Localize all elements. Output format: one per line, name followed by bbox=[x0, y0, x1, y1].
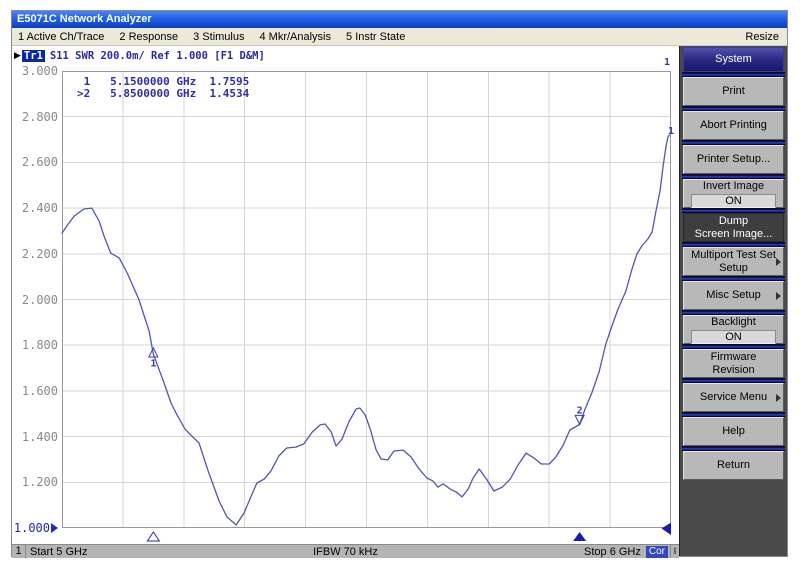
softkey-label: Revision bbox=[712, 364, 754, 377]
menu-item-3-stimulus[interactable]: 3 Stimulus bbox=[193, 31, 244, 43]
left-column: ▶ Tr1 S11 SWR 200.0m/ Ref 1.000 [F1 D&M]… bbox=[12, 46, 679, 556]
trace-status-line: ▶ Tr1 S11 SWR 200.0m/ Ref 1.000 [F1 D&M] bbox=[14, 48, 265, 63]
y-axis-label: 1.200 bbox=[14, 475, 58, 489]
marker-2-number: 2 bbox=[577, 405, 583, 416]
softkey-label: Invert Image bbox=[703, 180, 764, 193]
softkey-label: Multiport Test Set bbox=[691, 249, 776, 262]
display-area: ▶ Tr1 S11 SWR 200.0m/ Ref 1.000 [F1 D&M]… bbox=[12, 46, 679, 544]
active-trace-arrow-icon: ▶ bbox=[14, 51, 21, 61]
menu-item-2-response[interactable]: 2 Response bbox=[119, 31, 178, 43]
y-axis-label: 2.400 bbox=[14, 201, 58, 215]
y-axis-label: 3.000 bbox=[14, 64, 58, 78]
submenu-arrow-icon bbox=[776, 292, 781, 300]
softkey-label: Setup bbox=[719, 262, 748, 275]
y-axis-label: 1.600 bbox=[14, 384, 58, 398]
trace-number-scale-top: 1 bbox=[664, 57, 670, 68]
screenshot-root: E5071C Network Analyzer 1 Active Ch/Trac… bbox=[0, 0, 800, 567]
softkey-dump-screen-image[interactable]: DumpScreen Image... bbox=[683, 213, 784, 242]
softkey-label: Help bbox=[722, 425, 745, 438]
menu-items: 1 Active Ch/Trace 2 Response 3 Stimulus 4 M… bbox=[18, 31, 420, 43]
y-axis-label: 2.800 bbox=[14, 110, 58, 124]
window-titlebar[interactable]: E5071C Network Analyzer bbox=[12, 11, 787, 28]
marker-1-stimulus-indicator bbox=[147, 532, 159, 541]
resize-control[interactable]: Resize bbox=[745, 31, 779, 43]
softkey-multiport-test-set-setup[interactable]: Multiport Test SetSetup bbox=[683, 247, 784, 276]
submenu-arrow-icon bbox=[776, 394, 781, 402]
sweep-position-indicator bbox=[662, 523, 672, 536]
softkey-label: Screen Image... bbox=[695, 228, 773, 241]
softkey-printer-setup[interactable]: Printer Setup... bbox=[683, 145, 784, 174]
y-axis-label: 2.200 bbox=[14, 247, 58, 261]
softkey-misc-setup[interactable]: Misc Setup bbox=[683, 281, 784, 310]
softkey-invert-image[interactable]: Invert ImageON bbox=[683, 179, 784, 208]
menu-item-1-active-ch-trace[interactable]: 1 Active Ch/Trace bbox=[18, 31, 104, 43]
softkey-help[interactable]: Help bbox=[683, 417, 784, 446]
softkey-label: Service Menu bbox=[700, 391, 767, 404]
y-axis-label: 1.400 bbox=[14, 430, 58, 444]
y-axis-label-reference: 1.000 bbox=[14, 521, 58, 535]
softkey-backlight[interactable]: BacklightON bbox=[683, 315, 784, 344]
softkey-backlight-toggle-state: ON bbox=[691, 330, 776, 344]
window-title: E5071C Network Analyzer bbox=[17, 13, 152, 25]
softkey-label: Return bbox=[717, 459, 750, 472]
softkey-abort-printing[interactable]: Abort Printing bbox=[683, 111, 784, 140]
menu-item-5-instr-state[interactable]: 5 Instr State bbox=[346, 31, 405, 43]
marker-1-number: 1 bbox=[150, 358, 156, 369]
softkey-label: Dump bbox=[719, 215, 748, 228]
reference-level-arrow-icon bbox=[51, 523, 58, 533]
softkey-print[interactable]: Print bbox=[683, 77, 784, 106]
menubar: 1 Active Ch/Trace 2 Response 3 Stimulus 4 M… bbox=[12, 28, 787, 46]
submenu-arrow-icon bbox=[776, 258, 781, 266]
trace-settings-text: S11 SWR 200.0m/ Ref 1.000 [F1 D&M] bbox=[50, 50, 265, 62]
marker-2-stimulus-indicator bbox=[573, 532, 586, 541]
softkey-menu: System Print Abort Printing Printer Setup.… bbox=[679, 46, 787, 556]
softkey-invert-image-toggle-state: ON bbox=[691, 194, 776, 208]
marker-readout: 1 5.1500000 GHz 1.7595 >2 5.8500000 GHz … bbox=[77, 76, 249, 100]
softkey-filler bbox=[683, 480, 784, 556]
softkey-menu-title: System bbox=[683, 47, 784, 72]
softkey-label: Printer Setup... bbox=[697, 153, 770, 166]
trace-badge[interactable]: Tr1 bbox=[22, 50, 45, 62]
ifbw-indicator: IFBW 70 kHz bbox=[12, 546, 679, 558]
y-axis-label: 2.600 bbox=[14, 155, 58, 169]
app-window: E5071C Network Analyzer 1 Active Ch/Trac… bbox=[11, 10, 788, 557]
softkey-label: Print bbox=[722, 85, 745, 98]
main-content: ▶ Tr1 S11 SWR 200.0m/ Ref 1.000 [F1 D&M]… bbox=[12, 46, 787, 556]
softkey-label: Misc Setup bbox=[706, 289, 760, 302]
y-axis-label: 1.800 bbox=[14, 338, 58, 352]
softkey-label: Firmware bbox=[711, 351, 757, 364]
y-axis-label: 2.000 bbox=[14, 293, 58, 307]
softkey-label: Abort Printing bbox=[700, 119, 767, 132]
trace-number-trace-end: 1 bbox=[668, 126, 674, 137]
softkey-label: Backlight bbox=[711, 316, 756, 329]
softkey-service-menu[interactable]: Service Menu bbox=[683, 383, 784, 412]
status-bar: 1 Start 5 GHz IFBW 70 kHz Stop 6 GHz Cor… bbox=[12, 544, 679, 558]
swr-plot[interactable]: 12 bbox=[62, 71, 679, 544]
swr-trace bbox=[62, 135, 669, 525]
menu-item-4-mkr-analysis[interactable]: 4 Mkr/Analysis bbox=[259, 31, 331, 43]
softkey-firmware-revision[interactable]: FirmwareRevision bbox=[683, 349, 784, 378]
softkey-return[interactable]: Return bbox=[683, 451, 784, 480]
